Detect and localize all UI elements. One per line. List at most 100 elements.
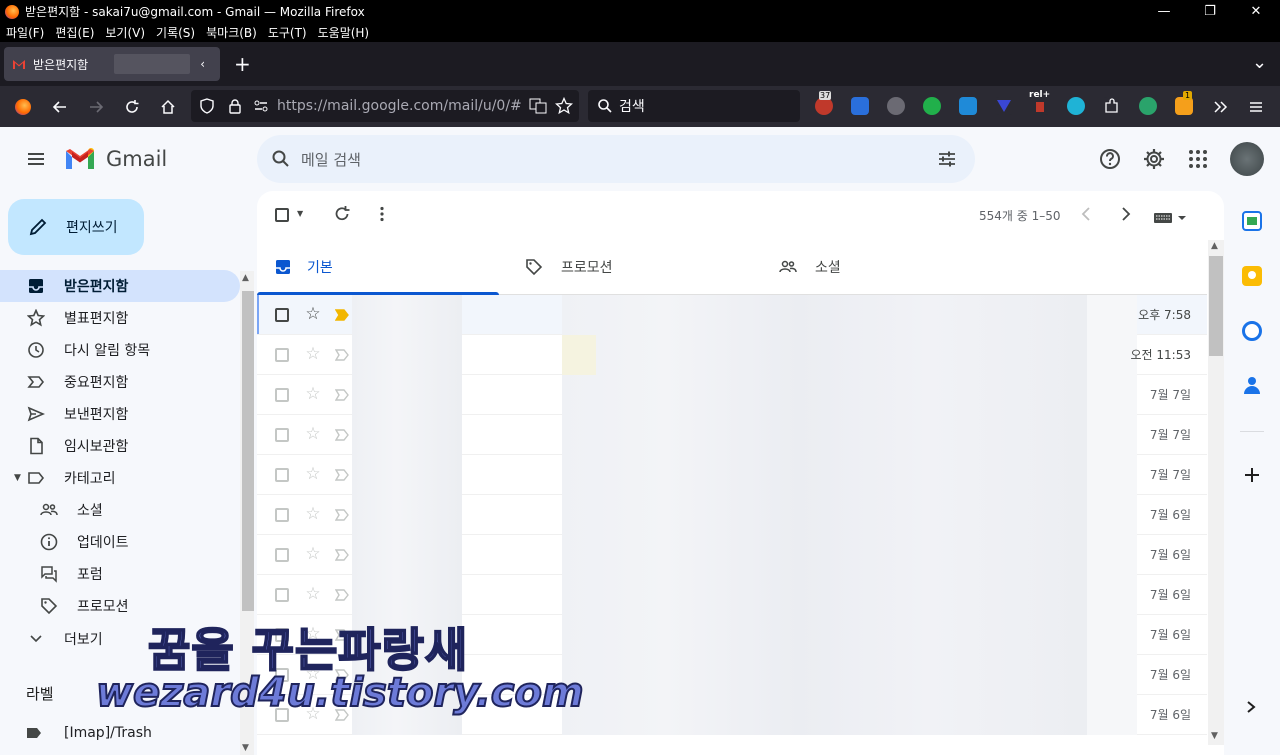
row-star-icon[interactable]: ☆ (303, 424, 323, 444)
sidebar-scroll-down-icon[interactable]: ▼ (242, 743, 249, 753)
row-important-icon[interactable] (335, 388, 349, 402)
sidebar-item-categories[interactable]: ▼ 카테고리 (0, 462, 240, 494)
row-checkbox[interactable] (275, 468, 289, 482)
sidebar-item-drafts[interactable]: 임시보관함 (0, 430, 240, 462)
url-text[interactable]: https://mail.google.com/mail/u/0/#inb (277, 98, 523, 114)
sidebar-item-important[interactable]: 중요편지함 (0, 366, 240, 398)
sidebar-item-starred[interactable]: 별표편지함 (0, 302, 240, 334)
google-apps-button[interactable] (1178, 139, 1218, 179)
reload-button[interactable] (119, 94, 145, 120)
compose-button[interactable]: 편지쓰기 (8, 199, 144, 255)
mail-scroll-down-icon[interactable]: ▼ (1211, 731, 1218, 741)
row-important-icon[interactable] (335, 548, 349, 562)
sidebar-scrollbar-thumb[interactable] (242, 291, 254, 611)
support-button[interactable] (1090, 139, 1130, 179)
email-row[interactable]: ☆ 7월 6일 (257, 535, 1207, 575)
tasks-icon[interactable] (1242, 321, 1262, 341)
menu-history[interactable]: 기록(S) (156, 24, 195, 41)
ublock-extension-icon[interactable]: 37 (815, 91, 833, 115)
menu-bookmarks[interactable]: 북마크(B) (206, 24, 257, 41)
email-row[interactable]: ☆ 7월 6일 (257, 575, 1207, 615)
permissions-icon[interactable] (253, 98, 269, 114)
row-checkbox[interactable] (275, 548, 289, 562)
lock-icon[interactable] (227, 98, 243, 114)
row-important-icon[interactable] (335, 348, 349, 362)
translate-icon[interactable] (529, 97, 547, 115)
sidebar-label-imap-trash[interactable]: [Imap]/Trash (0, 717, 240, 749)
web-search-bar[interactable]: 검색 (588, 90, 800, 122)
row-star-icon[interactable]: ☆ (303, 344, 323, 364)
row-important-icon[interactable] (335, 508, 349, 522)
shield-extension-icon[interactable] (959, 97, 977, 115)
contacts-icon[interactable] (1242, 376, 1262, 396)
menu-file[interactable]: 파일(F) (6, 24, 44, 41)
tab-scroll-left[interactable]: ‹ (200, 57, 205, 71)
mail-scroll-up-icon[interactable]: ▲ (1211, 241, 1218, 251)
input-tools-button[interactable] (1154, 209, 1188, 228)
row-important-icon[interactable] (335, 468, 349, 482)
home-button[interactable] (155, 94, 181, 120)
translate-extension-icon[interactable] (851, 97, 869, 115)
row-star-icon[interactable]: ☆ (303, 504, 323, 524)
sidebar-item-forums[interactable]: 포럼 (0, 558, 240, 590)
menu-tools[interactable]: 도구(T) (268, 24, 307, 41)
row-checkbox[interactable] (275, 508, 289, 522)
row-star-icon[interactable]: ☆ (303, 464, 323, 484)
gift-extension-icon[interactable]: 1 (1175, 91, 1193, 115)
email-row[interactable]: ☆ 7월 7일 (257, 455, 1207, 495)
shield-icon[interactable] (199, 98, 215, 114)
row-checkbox[interactable] (275, 348, 289, 362)
tab-promotions[interactable]: 프로모션 (525, 239, 765, 295)
download-extension-icon[interactable] (995, 97, 1013, 115)
new-tab-button[interactable]: + (234, 52, 251, 76)
row-important-icon[interactable] (335, 588, 349, 602)
menu-help[interactable]: 도움말(H) (318, 24, 370, 41)
url-bar[interactable]: https://mail.google.com/mail/u/0/#inb (191, 90, 579, 122)
calendar-icon[interactable] (1242, 211, 1262, 231)
email-row[interactable]: ☆ 7월 7일 (257, 415, 1207, 455)
n-extension-icon[interactable] (923, 97, 941, 115)
row-star-icon[interactable]: ☆ (303, 584, 323, 604)
email-row[interactable]: ☆ 7월 7일 (257, 375, 1207, 415)
row-checkbox[interactable] (275, 588, 289, 602)
list-all-tabs-button[interactable]: ⌄ (1252, 52, 1267, 73)
email-row[interactable]: ☆ 오후 7:58 (257, 295, 1207, 335)
email-row[interactable]: ☆ 7월 6일 (257, 495, 1207, 535)
row-checkbox[interactable] (275, 308, 289, 322)
next-page-button[interactable] (1118, 205, 1134, 227)
sidebar-item-inbox[interactable]: 받은편지함 (0, 270, 240, 302)
get-addons-button[interactable] (1242, 465, 1262, 489)
select-all-checkbox[interactable] (275, 208, 289, 222)
maximize-button[interactable]: ❐ (1187, 0, 1233, 23)
row-important-icon[interactable] (335, 428, 349, 442)
gmail-logo[interactable]: Gmail (64, 147, 167, 171)
sidebar-item-updates[interactable]: 업데이트 (0, 526, 240, 558)
row-important-icon[interactable] (335, 308, 349, 322)
tab-inbox[interactable]: 받은편지함 ‹ (4, 47, 220, 81)
row-star-icon[interactable]: ☆ (303, 304, 323, 324)
extensions-puzzle-icon[interactable] (1103, 97, 1121, 115)
row-star-icon[interactable]: ☆ (303, 544, 323, 564)
row-star-icon[interactable]: ☆ (303, 384, 323, 404)
main-menu-button[interactable] (16, 139, 56, 179)
more-actions-button[interactable] (373, 205, 391, 227)
menu-edit[interactable]: 편집(E) (55, 24, 94, 41)
refresh-button[interactable] (333, 205, 351, 227)
relplus-extension-icon[interactable]: rel+ (1029, 90, 1050, 115)
row-checkbox[interactable] (275, 388, 289, 402)
tab-social[interactable]: 소셜 (779, 239, 1019, 295)
sidebar-item-snoozed[interactable]: 다시 알림 항목 (0, 334, 240, 366)
back-button[interactable] (47, 94, 73, 120)
forward-button[interactable] (83, 94, 109, 120)
privacy-extension-icon[interactable] (887, 97, 905, 115)
expand-arrow-icon[interactable]: ▼ (14, 473, 21, 483)
menu-view[interactable]: 보기(V) (105, 24, 145, 41)
firefox-view-icon[interactable] (10, 94, 36, 120)
sidebar-scroll-up-icon[interactable]: ▲ (242, 273, 249, 283)
minimize-button[interactable]: — (1141, 0, 1187, 23)
account-avatar[interactable] (1230, 142, 1264, 176)
sidebar-item-social[interactable]: 소셜 (0, 494, 240, 526)
prev-page-button[interactable] (1078, 205, 1094, 227)
app-menu-button[interactable] (1243, 94, 1269, 120)
more-tools-button[interactable] (1207, 94, 1233, 120)
